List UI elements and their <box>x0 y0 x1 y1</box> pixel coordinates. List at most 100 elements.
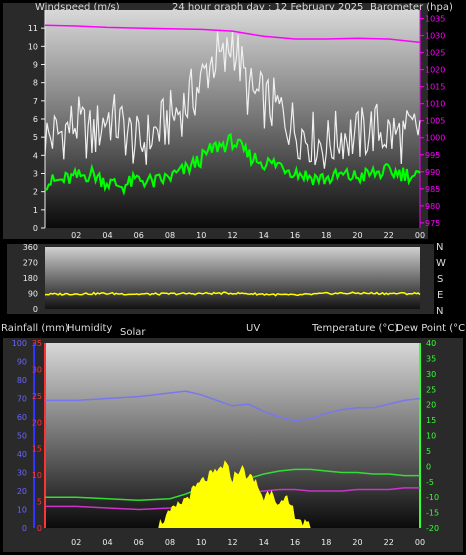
humidity-tick-label: 0 <box>22 524 27 533</box>
direction-tick-label: 180 <box>23 274 38 283</box>
temperature-tick-label: 25 <box>426 385 436 394</box>
direction-tick-label: 0 <box>33 305 38 314</box>
rainfall-axis-label: Rainfall (mm) <box>1 323 69 334</box>
barometer-tick-label: 985 <box>425 185 440 194</box>
humidity-tick-label: 90 <box>17 358 27 367</box>
humidity-tick-label: 70 <box>17 395 27 404</box>
hour-tick-label: 16 <box>290 538 300 547</box>
hour-tick-label: 10 <box>196 538 206 547</box>
hour-tick-label: 08 <box>165 538 175 547</box>
wind-tick-label: 5 <box>33 133 38 142</box>
temperature-axis-label: Temperature (°C) <box>311 323 398 334</box>
wind-tick-label: 10 <box>28 42 38 51</box>
wind-tick-label: 9 <box>33 61 38 70</box>
wind-tick-label: 3 <box>33 170 38 179</box>
rain-tick-label: 15 <box>32 445 42 454</box>
humidity-tick-label: 100 <box>12 339 27 348</box>
hour-tick-label: 02 <box>71 231 81 240</box>
hour-tick-label: 18 <box>321 538 331 547</box>
wind-tick-label: 4 <box>33 151 38 160</box>
barometer-tick-label: 1010 <box>425 100 445 109</box>
barometer-tick-label: 1000 <box>425 134 445 143</box>
barometer-tick-label: 1035 <box>425 15 445 24</box>
humidity-tick-label: 10 <box>17 506 27 515</box>
temperature-tick-label: 0 <box>426 462 431 471</box>
temperature-tick-label: -5 <box>426 478 434 487</box>
wind-tick-label: 7 <box>33 97 38 106</box>
hour-tick-label: 02 <box>71 538 81 547</box>
barometer-tick-label: 975 <box>425 219 440 228</box>
hour-tick-label: 22 <box>384 538 394 547</box>
barometer-tick-label: 995 <box>425 151 440 160</box>
hour-tick-label: 10 <box>196 231 206 240</box>
temperature-tick-label: 30 <box>426 370 436 379</box>
temperature-tick-label: -15 <box>426 509 439 518</box>
temperature-tick-label: 15 <box>426 416 436 425</box>
wind-tick-label: 11 <box>28 24 38 33</box>
direction-tick-label: 270 <box>23 259 38 268</box>
rain-tick-label: 10 <box>32 471 42 480</box>
middle-plot-area <box>45 247 420 309</box>
hour-tick-label: 20 <box>352 231 362 240</box>
hour-tick-label: 04 <box>102 231 112 240</box>
wind-tick-label: 1 <box>33 206 38 215</box>
temperature-tick-label: 10 <box>426 432 436 441</box>
rain-tick-label: 0 <box>37 524 42 533</box>
humidity-axis-label: Humidity <box>67 323 112 334</box>
barometer-tick-label: 1005 <box>425 117 445 126</box>
solar-label: Solar <box>120 327 146 338</box>
hour-tick-label: 12 <box>227 231 237 240</box>
hour-tick-label: 22 <box>384 231 394 240</box>
uv-label: UV <box>246 323 260 334</box>
compass-n-top: N <box>436 242 443 253</box>
humidity-tick-label: 20 <box>17 487 27 496</box>
barometer-tick-label: 1020 <box>425 66 445 75</box>
rain-tick-label: 30 <box>32 365 42 374</box>
barometer-tick-label: 1030 <box>425 32 445 41</box>
barometer-tick-label: 980 <box>425 202 440 211</box>
dewpoint-axis-label: Dew Point (°C) <box>396 323 466 334</box>
hour-tick-label: 14 <box>259 538 269 547</box>
hour-tick-label: 00 <box>415 231 425 240</box>
temperature-tick-label: 40 <box>426 339 436 348</box>
hour-tick-label: 18 <box>321 231 331 240</box>
humidity-tick-label: 30 <box>17 469 27 478</box>
hour-tick-label: 20 <box>352 538 362 547</box>
barometer-tick-label: 990 <box>425 168 440 177</box>
humidity-tick-label: 50 <box>17 432 27 441</box>
humidity-tick-label: 60 <box>17 413 27 422</box>
hour-tick-label: 06 <box>134 231 144 240</box>
humidity-tick-label: 40 <box>17 450 27 459</box>
wind-tick-label: 2 <box>33 188 38 197</box>
humidity-tick-label: 80 <box>17 376 27 385</box>
weather-graph: Windspeed (m/s) 24 hour graph day : 12 F… <box>1 2 466 552</box>
wind-tick-label: 6 <box>33 115 38 124</box>
direction-tick-label: 90 <box>28 290 38 299</box>
rain-tick-label: 25 <box>32 392 42 401</box>
barometer-tick-label: 1015 <box>425 83 445 92</box>
wind-tick-label: 8 <box>33 79 38 88</box>
compass-s: S <box>437 274 443 285</box>
temperature-tick-label: 5 <box>426 447 431 456</box>
hour-tick-label: 04 <box>102 538 112 547</box>
graph-title: 24 hour graph day : 12 February 2025 <box>172 2 363 13</box>
compass-w: W <box>436 258 446 269</box>
rain-tick-label: 20 <box>32 418 42 427</box>
compass-e: E <box>437 290 443 301</box>
wind-tick-label: 0 <box>33 224 38 233</box>
temperature-tick-label: 20 <box>426 401 436 410</box>
barometer-axis-label: Barometer (hpa) <box>370 2 453 13</box>
wind-axis-label: Windspeed (m/s) <box>35 2 120 13</box>
direction-tick-label: 360 <box>23 243 38 252</box>
hour-tick-label: 06 <box>134 538 144 547</box>
rain-tick-label: 35 <box>32 339 42 348</box>
hour-tick-label: 16 <box>290 231 300 240</box>
temperature-tick-label: -20 <box>426 524 439 533</box>
hour-tick-label: 08 <box>165 231 175 240</box>
rain-tick-label: 5 <box>37 498 42 507</box>
hour-tick-label: 14 <box>259 231 269 240</box>
hour-tick-label: 00 <box>415 538 425 547</box>
compass-n-bottom: N <box>436 306 443 317</box>
temperature-tick-label: -10 <box>426 493 439 502</box>
barometer-tick-label: 1025 <box>425 49 445 58</box>
